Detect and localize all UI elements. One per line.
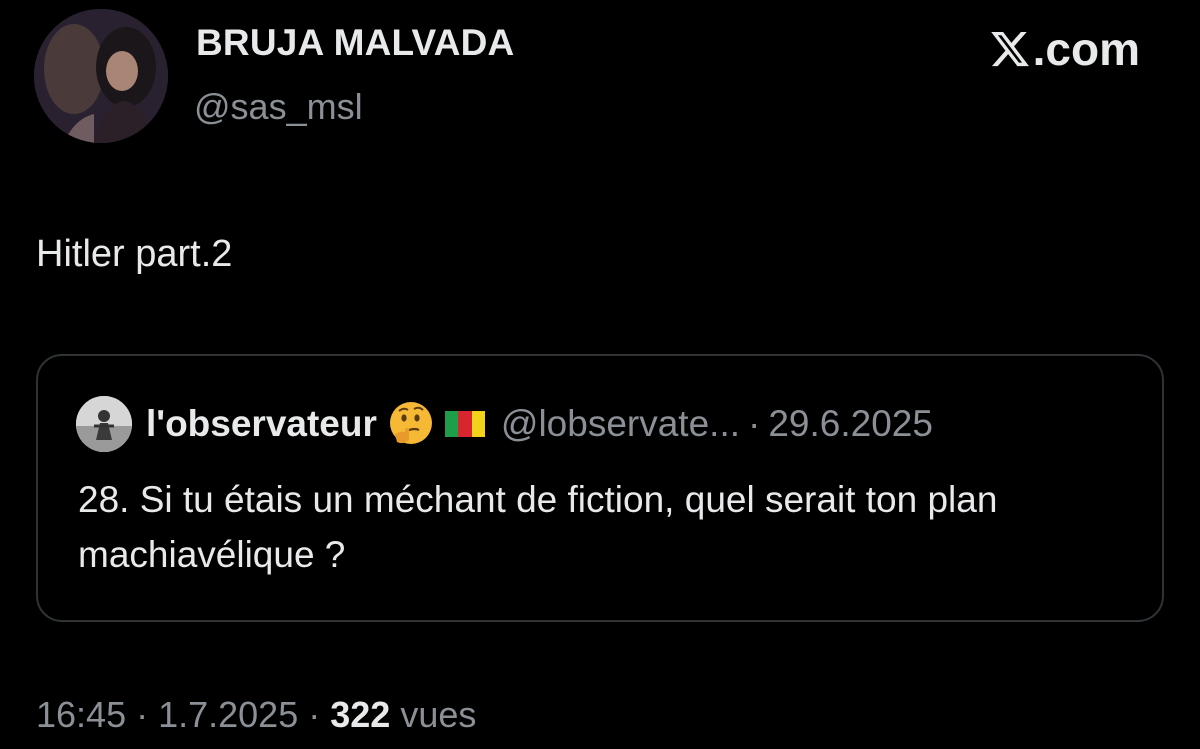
avatar-photo-icon <box>34 9 168 143</box>
author-avatar[interactable] <box>34 9 168 143</box>
quoted-separator: · <box>748 403 761 444</box>
meta-separator: · <box>298 694 331 735</box>
views-label: vues <box>390 694 477 735</box>
quoted-tweet-date[interactable]: 29.6.2025 <box>768 403 933 445</box>
meta-separator: · <box>126 694 159 735</box>
views-count[interactable]: 322 <box>330 694 390 735</box>
quoted-avatar-photo-icon <box>76 396 132 452</box>
thinking-face-emoji-icon <box>389 402 432 444</box>
quoted-author-avatar <box>76 396 132 452</box>
author-display-name[interactable]: BRUJA MALVADA <box>196 22 514 64</box>
tweet-text: Hitler part.2 <box>36 233 233 275</box>
quoted-tweet-text: 28. Si tu étais un méchant de fiction, q… <box>78 479 998 575</box>
quoted-author-name[interactable]: l'observateur <box>146 403 377 445</box>
brand-logo: .com <box>989 22 1140 76</box>
quoted-tweet-header: l'observateur @lobservate... · 29.6.2025 <box>76 396 933 452</box>
x-logo-icon <box>990 31 1029 67</box>
cameroon-flag-icon <box>444 411 485 437</box>
quoted-author-handle[interactable]: @lobservate... <box>501 403 740 445</box>
tweet-date[interactable]: 1.7.2025 <box>158 694 298 735</box>
author-handle[interactable]: @sas_msl <box>194 86 363 128</box>
tweet-time[interactable]: 16:45 <box>36 694 126 735</box>
tweet-meta: 16:45 · 1.7.2025 · 322 vues <box>36 694 476 736</box>
quoted-tweet-card[interactable]: l'observateur @lobservate... · 29.6.2025… <box>36 354 1164 622</box>
brand-label: .com <box>1032 23 1140 75</box>
